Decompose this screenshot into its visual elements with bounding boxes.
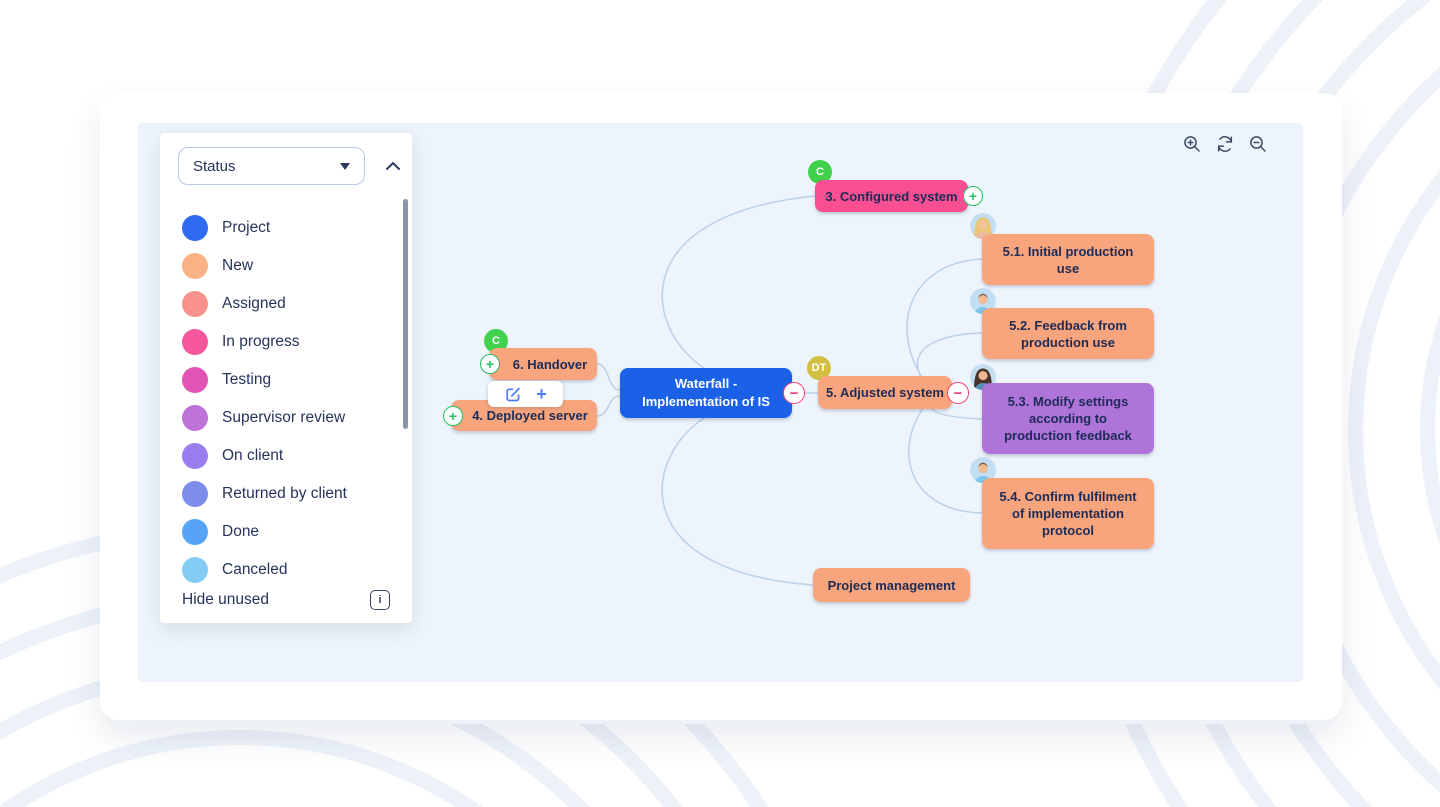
collapse-minus-icon-adjusted[interactable]: − — [947, 382, 969, 404]
node-confirm-fulfilment[interactable]: 5.4. Confirm fulfilment of implementatio… — [982, 478, 1154, 549]
node-central-line1: Waterfall - — [675, 375, 737, 393]
status-color-dot — [182, 443, 208, 469]
status-filter-value: Status — [193, 158, 236, 175]
status-label: Assigned — [222, 295, 286, 313]
node-adjusted-system[interactable]: 5. Adjusted system — [818, 376, 952, 409]
connector-handover-central — [597, 364, 620, 390]
node-configured-system[interactable]: 3. Configured system — [815, 180, 968, 212]
status-label: Supervisor review — [222, 409, 345, 427]
info-icon[interactable]: i — [370, 590, 390, 610]
node-project-management[interactable]: Project management — [813, 568, 970, 602]
node-modify-settings[interactable]: 5.3. Modify settings according to produc… — [982, 383, 1154, 454]
status-label: Returned by client — [222, 485, 347, 503]
node-edit-popover: + — [488, 381, 563, 407]
panel-scrollbar[interactable] — [403, 199, 408, 429]
status-color-dot — [182, 367, 208, 393]
legend-item-supervisor-review[interactable]: Supervisor review — [160, 399, 412, 437]
expand-plus-icon-configured[interactable]: + — [963, 186, 983, 206]
status-color-dot — [182, 405, 208, 431]
legend-item-assigned[interactable]: Assigned — [160, 285, 412, 323]
status-color-dot — [182, 481, 208, 507]
status-label: Testing — [222, 371, 271, 389]
add-node-icon[interactable]: + — [536, 385, 547, 403]
node-handover[interactable]: 6. Handover — [489, 348, 597, 380]
status-color-dot — [182, 291, 208, 317]
legend-item-on-client[interactable]: On client — [160, 437, 412, 475]
status-label: On client — [222, 447, 283, 465]
legend-item-done[interactable]: Done — [160, 513, 412, 551]
node-central-waterfall[interactable]: Waterfall - Implementation of IS — [620, 368, 792, 418]
status-color-dot — [182, 215, 208, 241]
legend-item-in-progress[interactable]: In progress — [160, 323, 412, 361]
status-label: Done — [222, 523, 259, 541]
hide-unused-button[interactable]: Hide unused — [182, 591, 269, 609]
status-label: Project — [222, 219, 270, 237]
zoom-out-icon[interactable] — [1247, 133, 1269, 155]
legend-item-testing[interactable]: Testing — [160, 361, 412, 399]
connector-central-projectmgmt — [662, 418, 813, 585]
expand-plus-icon-handover[interactable]: + — [480, 354, 500, 374]
collapse-minus-icon-central[interactable]: − — [783, 382, 805, 404]
zoom-in-icon[interactable] — [1181, 133, 1203, 155]
status-label: New — [222, 257, 253, 275]
status-label: In progress — [222, 333, 300, 351]
legend-item-new[interactable]: New — [160, 247, 412, 285]
status-color-dot — [182, 329, 208, 355]
status-filter-select[interactable]: Status — [178, 147, 365, 185]
status-color-dot — [182, 253, 208, 279]
node-feedback-production-use[interactable]: 5.2. Feedback from production use — [982, 308, 1154, 359]
app-card: C C DT Waterfall - Implementation of IS … — [100, 93, 1342, 720]
panel-footer: Hide unused i — [160, 577, 412, 623]
node-initial-production-use[interactable]: 5.1. Initial production use — [982, 234, 1154, 285]
expand-plus-icon-deployed[interactable]: + — [443, 406, 463, 426]
panel-collapse-button[interactable] — [382, 155, 404, 177]
status-legend-list: Project New Assigned In progress Testing… — [160, 209, 412, 589]
node-central-line2: Implementation of IS — [642, 393, 770, 411]
canvas-toolbar — [1181, 133, 1269, 155]
legend-item-project[interactable]: Project — [160, 209, 412, 247]
edit-icon[interactable] — [504, 385, 522, 403]
legend-item-returned-by-client[interactable]: Returned by client — [160, 475, 412, 513]
refresh-icon[interactable] — [1214, 133, 1236, 155]
connector-deployed-central — [597, 396, 620, 416]
caret-down-icon — [340, 163, 350, 170]
status-legend-panel: Status Project New Assigned In p — [160, 133, 412, 623]
connector-central-configured — [662, 196, 815, 368]
status-color-dot — [182, 519, 208, 545]
